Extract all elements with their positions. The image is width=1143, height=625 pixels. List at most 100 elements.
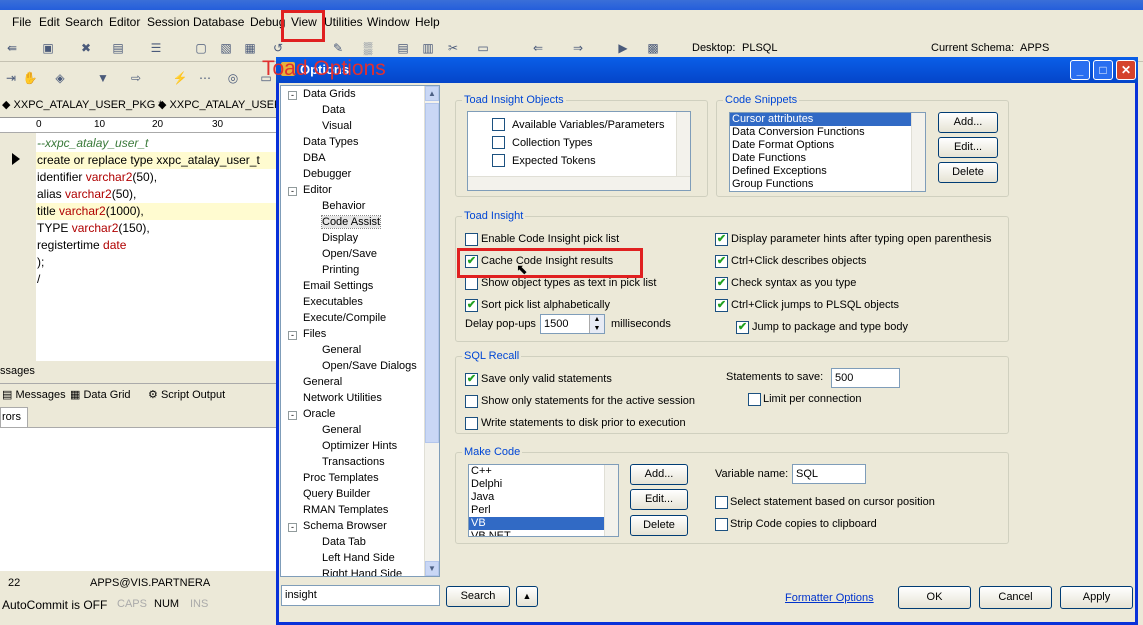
snippet-item[interactable]: Group Functions [730, 178, 911, 191]
cancel-button[interactable]: Cancel [979, 586, 1052, 609]
tab-messages[interactable]: ▤ Messages [2, 388, 66, 401]
recall-option-checkbox[interactable] [465, 395, 478, 408]
ok-button[interactable]: OK [898, 586, 971, 609]
make-code-item[interactable]: Java [469, 491, 604, 504]
insight-object-checkbox[interactable] [492, 136, 505, 149]
minimize-button[interactable]: _ [1070, 60, 1090, 80]
tab-script-output[interactable]: ⚙ Script Output [148, 388, 225, 401]
options-tree[interactable]: ▲ ▼ - Data Grids Data Visual Data Types DBA De… [280, 85, 440, 577]
menu-database[interactable]: Database [193, 15, 244, 29]
menu-search[interactable]: Search [65, 15, 103, 29]
toolbar-icon[interactable]: ▭ [475, 40, 491, 56]
toolbar-icon[interactable]: ▒ [360, 40, 376, 56]
tab-data-grid[interactable]: ▦ Data Grid [70, 388, 131, 401]
makecode-add-button[interactable]: Add... [630, 464, 688, 485]
menu-help[interactable]: Help [415, 15, 440, 29]
tree-item-behavior[interactable]: Behavior [322, 200, 365, 212]
tree-scrollbar[interactable]: ▲ ▼ [424, 86, 439, 576]
tree-item-proc-templates[interactable]: Proc Templates [303, 472, 379, 484]
toolbar-icon[interactable]: ▤ [110, 40, 126, 56]
strip-code-checkbox[interactable] [715, 518, 728, 531]
list-scrollbar[interactable] [676, 112, 690, 176]
toolbar-icon[interactable]: ⋯ [197, 70, 213, 86]
scroll-down-icon[interactable]: ▼ [425, 561, 439, 576]
tree-item-dba[interactable]: DBA [303, 152, 326, 164]
tree-item-oracle[interactable]: Oracle [303, 408, 335, 420]
toolbar-icon[interactable]: ◈ [52, 70, 68, 86]
doc-tab-active[interactable]: ◆ XXPC_ATALAY_USER_PKG * [2, 98, 163, 111]
menu-editor[interactable]: Editor [109, 15, 140, 29]
insight-objects-list[interactable]: Available Variables/Parameters Collection… [467, 111, 691, 191]
snippet-item[interactable]: Defined Exceptions [730, 165, 911, 178]
statements-to-save-input[interactable]: 500 [831, 368, 900, 388]
tree-item-data[interactable]: Data [322, 104, 345, 116]
toolbar-icon[interactable]: ▧ [218, 40, 234, 56]
schema-value[interactable]: APPS [1020, 42, 1049, 54]
tree-expander-icon[interactable]: - [288, 523, 297, 532]
makecode-delete-button[interactable]: Delete [630, 515, 688, 536]
search-input[interactable]: insight [281, 585, 440, 606]
insight-option-checkbox[interactable]: ✔ [715, 255, 728, 268]
snippet-item[interactable]: Cursor attributes [730, 113, 911, 126]
list-hscrollbar[interactable] [468, 176, 690, 190]
search-button[interactable]: Search [446, 586, 510, 607]
insight-option-checkbox[interactable]: ✔ [715, 299, 728, 312]
snippet-item[interactable]: Date Functions [730, 152, 911, 165]
sql-editor[interactable]: --xxpc_atalay_user_t create or replace ty… [36, 133, 280, 361]
toolbar-icon[interactable]: ↺ [270, 40, 286, 56]
limit-per-connection-checkbox[interactable] [748, 393, 761, 406]
tree-expander-icon[interactable]: - [288, 331, 297, 340]
close-button[interactable]: ✕ [1116, 60, 1136, 80]
tree-item-general[interactable]: General [322, 424, 361, 436]
tree-item-editor[interactable]: Editor [303, 184, 332, 196]
tree-item-open-save-dialogs[interactable]: Open/Save Dialogs [322, 360, 417, 372]
menu-file[interactable]: File [12, 15, 31, 29]
tab-errors[interactable]: rors [0, 407, 28, 427]
toolbar-icon[interactable]: ⇐ [530, 40, 546, 56]
menu-session[interactable]: Session [147, 15, 190, 29]
tree-item-visual[interactable]: Visual [322, 120, 352, 132]
make-code-list[interactable]: C++ Delphi Java Perl VB VB.NET [468, 464, 619, 537]
insight-option-checkbox[interactable]: ✔ [736, 321, 749, 334]
toolbar-icon[interactable]: ✎ [330, 40, 346, 56]
insight-option-checkbox[interactable]: ✔ [715, 233, 728, 246]
tree-expander-icon[interactable]: - [288, 91, 297, 100]
toolbar-icon[interactable]: ▩ [645, 40, 661, 56]
insight-option-checkbox[interactable] [465, 233, 478, 246]
toolbar-icon[interactable]: ▼ [95, 70, 111, 86]
tree-item-optimizer-hints[interactable]: Optimizer Hints [322, 440, 397, 452]
recall-option-checkbox[interactable]: ✔ [465, 373, 478, 386]
tree-item-transactions[interactable]: Transactions [322, 456, 385, 468]
formatter-options-link[interactable]: Formatter Options [785, 592, 874, 604]
tree-item-display[interactable]: Display [322, 232, 358, 244]
menu-window[interactable]: Window [367, 15, 410, 29]
menu-edit[interactable]: Edit [39, 15, 60, 29]
delay-spinner[interactable]: ▲ ▼ [589, 315, 604, 333]
tree-item-general[interactable]: General [303, 376, 342, 388]
tree-item-network-utilities[interactable]: Network Utilities [303, 392, 382, 404]
make-code-item[interactable]: VB [469, 517, 604, 530]
tree-item-data-tab[interactable]: Data Tab [322, 536, 366, 548]
tree-item-data-types[interactable]: Data Types [303, 136, 358, 148]
apply-button[interactable]: Apply [1060, 586, 1133, 609]
code-snippets-list[interactable]: Cursor attributes Data Conversion Functio… [729, 112, 926, 192]
tree-item-rman-templates[interactable]: RMAN Templates [303, 504, 388, 516]
toolbar-icon[interactable]: ▢ [193, 40, 209, 56]
tree-item-open-save[interactable]: Open/Save [322, 248, 377, 260]
snippet-item[interactable]: Data Conversion Functions [730, 126, 911, 139]
insight-object-checkbox[interactable] [492, 154, 505, 167]
desktop-value[interactable]: PLSQL [742, 42, 777, 54]
variable-name-input[interactable]: SQL [792, 464, 866, 484]
toolbar-icon[interactable]: ⇨ [128, 70, 144, 86]
search-up-icon[interactable]: ▲ [516, 586, 538, 607]
tree-item-right-hand-side[interactable]: Right Hand Side [322, 568, 402, 576]
list-scrollbar[interactable] [911, 113, 925, 191]
insight-option-checkbox[interactable] [465, 277, 478, 290]
insight-option-checkbox[interactable]: ✔ [465, 299, 478, 312]
recall-option-checkbox[interactable] [465, 417, 478, 430]
maximize-button[interactable]: □ [1093, 60, 1113, 80]
toolbar-icon[interactable]: ▥ [420, 40, 436, 56]
makecode-edit-button[interactable]: Edit... [630, 489, 688, 510]
toolbar-icon[interactable]: ⚡ [172, 70, 188, 86]
insight-option-checkbox[interactable]: ✔ [715, 277, 728, 290]
